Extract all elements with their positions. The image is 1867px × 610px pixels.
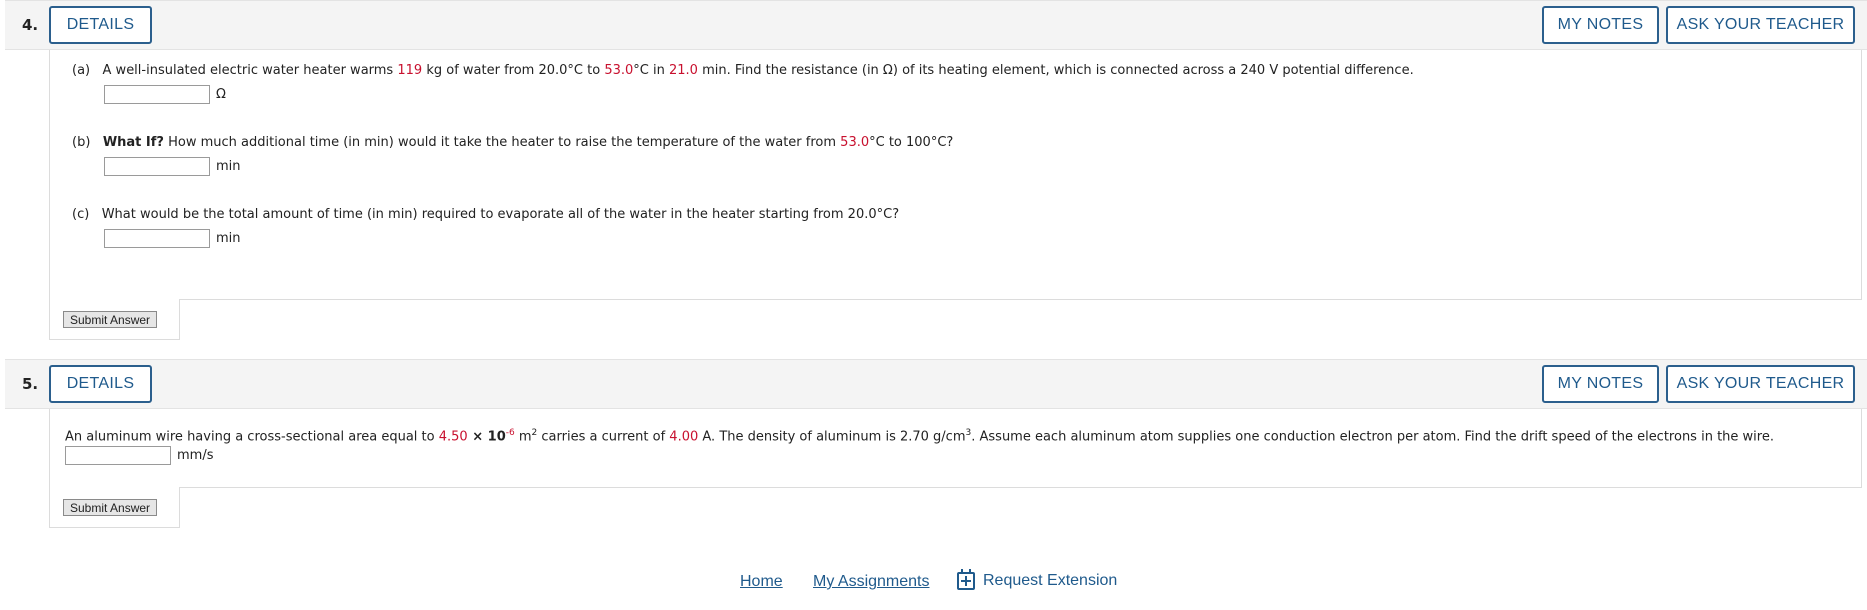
details-button[interactable]: DETAILS <box>49 6 152 44</box>
submit-answer-button[interactable]: Submit Answer <box>63 311 158 328</box>
question-5-text: An aluminum wire having a cross-sectiona… <box>65 428 1774 445</box>
question-5-body: An aluminum wire having a cross-sectiona… <box>49 409 1862 488</box>
request-extension-label: Request Extension <box>983 572 1118 589</box>
submit-area-5: Submit Answer <box>49 487 180 528</box>
ask-your-teacher-button[interactable]: ASK YOUR TEACHER <box>1666 365 1855 403</box>
answer-input-a[interactable] <box>104 85 210 104</box>
question-4-body: (a) A well-insulated electric water heat… <box>49 50 1862 300</box>
part-c-text: (c) What would be the total amount of ti… <box>72 207 900 222</box>
question-number: 5. <box>22 375 39 393</box>
given-current: 4.00 <box>669 429 699 445</box>
given-mass: 119 <box>397 63 423 78</box>
unit-label-c: min <box>216 231 241 246</box>
given-temperature-b: 53.0 <box>840 135 870 150</box>
answer-input-c[interactable] <box>104 229 210 248</box>
ask-your-teacher-button[interactable]: ASK YOUR TEACHER <box>1666 6 1855 44</box>
given-temperature: 53.0 <box>604 63 634 78</box>
unit-label-a: Ω <box>216 87 226 102</box>
question-number: 4. <box>22 16 39 34</box>
unit-label-b: min <box>216 159 241 174</box>
given-time: 21.0 <box>668 63 698 78</box>
question-4-header: 4. DETAILS MY NOTES ASK YOUR TEACHER <box>5 0 1867 50</box>
submit-answer-button[interactable]: Submit Answer <box>63 499 158 516</box>
part-b-text: (b) What If? How much additional time (i… <box>72 135 954 150</box>
my-notes-button[interactable]: MY NOTES <box>1542 6 1659 44</box>
calendar-plus-icon <box>957 569 975 590</box>
home-link[interactable]: Home <box>740 573 783 591</box>
request-extension-link[interactable]: Request Extension <box>957 569 1118 590</box>
unit-label-drift-speed: mm/s <box>177 448 214 463</box>
my-notes-button[interactable]: MY NOTES <box>1542 365 1659 403</box>
answer-input-b[interactable] <box>104 157 210 176</box>
given-area: 4.50 <box>438 429 468 445</box>
my-assignments-link[interactable]: My Assignments <box>813 573 929 591</box>
part-a-text: (a) A well-insulated electric water heat… <box>72 63 1414 78</box>
answer-input-drift-speed[interactable] <box>65 446 171 465</box>
details-button[interactable]: DETAILS <box>49 365 152 403</box>
question-5-header: 5. DETAILS MY NOTES ASK YOUR TEACHER <box>5 359 1867 409</box>
submit-area-4: Submit Answer <box>49 299 180 340</box>
